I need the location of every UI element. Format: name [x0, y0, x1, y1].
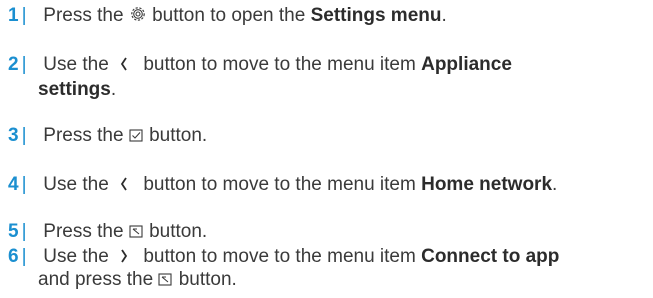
step-4: 4 | Use the button to move to the menu it… — [8, 172, 557, 197]
gear-icon — [129, 5, 147, 23]
step-text: and press the — [38, 269, 154, 290]
step-6: 6 | Use the button to move to the menu it… — [8, 244, 559, 269]
confirm-icon — [129, 224, 144, 239]
step-text: button. — [149, 125, 208, 146]
instruction-steps: 1 | Press the button to open the Settings… — [0, 0, 653, 298]
step-text: button to move to the menu item — [143, 174, 416, 195]
checkbox-icon — [129, 128, 144, 143]
step-1: 1 | Press the button to open the Settings… — [8, 4, 447, 28]
step-3: 3 | Press the button. — [8, 124, 207, 148]
step-number: 2 | — [8, 54, 27, 75]
step-text: button to move to the menu item — [143, 54, 416, 75]
step-text: Use the — [43, 174, 109, 195]
step-text: Press the — [43, 125, 124, 146]
step-number: 1 | — [8, 5, 27, 26]
step-text: Press the — [43, 221, 124, 242]
menu-item-name-cont: settings — [38, 79, 111, 100]
step-text: Use the — [43, 54, 109, 75]
menu-name: Settings menu — [310, 5, 442, 26]
menu-item-name: Appliance — [421, 54, 512, 75]
step-2-continued: settings. — [8, 78, 116, 102]
step-number: 6 | — [8, 246, 27, 267]
punctuation: . — [441, 5, 447, 26]
step-text: button. — [149, 221, 208, 242]
chevron-left-icon — [120, 172, 128, 196]
punctuation: . — [110, 79, 117, 100]
step-number: 3 | — [8, 125, 27, 146]
step-text: button to open the — [152, 5, 306, 26]
step-5: 5 | Press the button. — [8, 220, 207, 244]
punctuation: . — [552, 174, 558, 195]
chevron-left-icon — [120, 52, 128, 76]
step-text: button. — [178, 269, 237, 290]
step-text: button to move to the menu item — [143, 246, 416, 267]
chevron-right-icon — [120, 244, 128, 268]
menu-item-name: Home network — [421, 174, 553, 195]
step-number: 4 | — [8, 174, 27, 195]
step-text: Use the — [43, 246, 109, 267]
confirm-icon — [158, 272, 173, 287]
step-2: 2 | Use the button to move to the menu it… — [8, 52, 512, 77]
step-text: Press the — [43, 5, 124, 26]
step-number: 5 | — [8, 221, 27, 242]
menu-item-name: Connect to app — [421, 246, 560, 267]
step-6-continued: and press the button. — [8, 268, 237, 292]
